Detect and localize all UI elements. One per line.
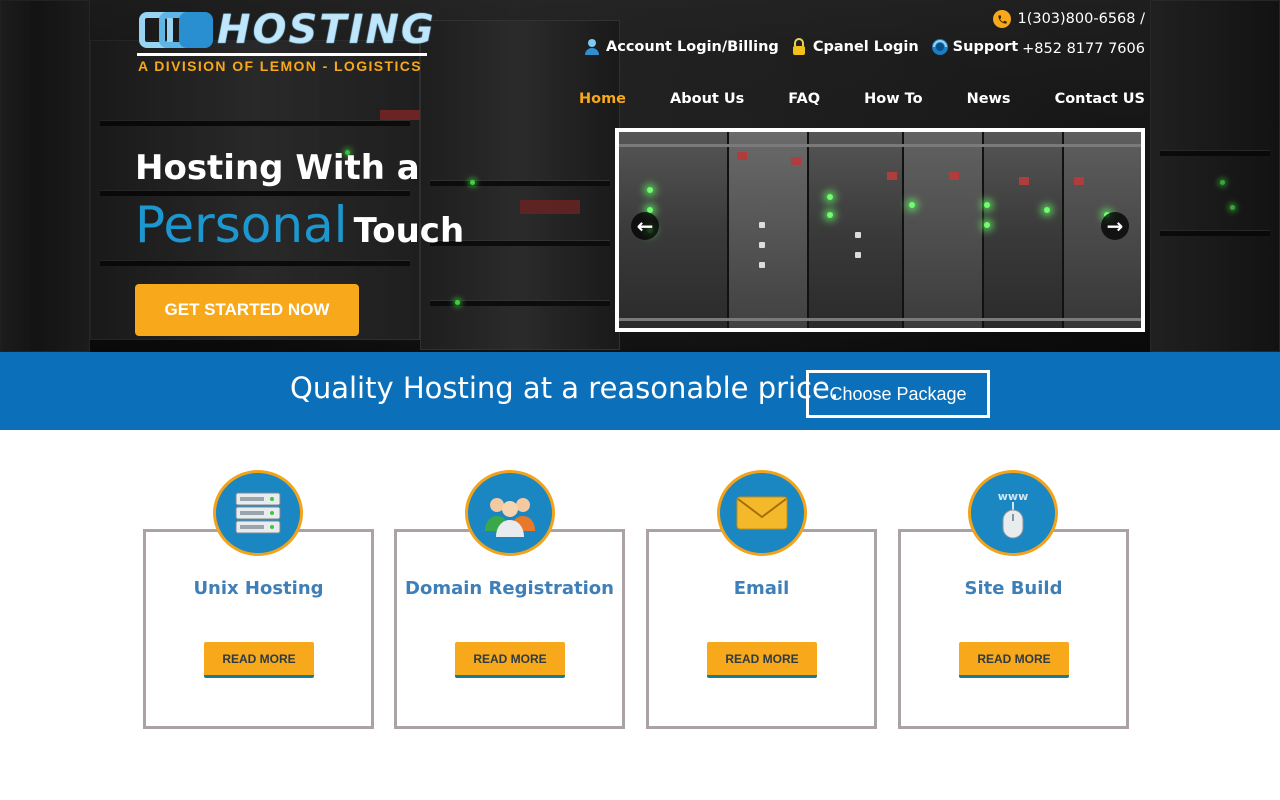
logo-wordmark: HOSTING xyxy=(217,7,436,53)
logo-tagline: A DIVISION OF LEMON - LOGISTICS xyxy=(138,58,422,74)
cpanel-login-label: Cpanel Login xyxy=(812,39,919,55)
service-card-unix-hosting: Unix Hosting READ MORE xyxy=(143,529,374,729)
phone-icon xyxy=(993,10,1012,28)
account-login-link[interactable]: Account Login/Billing xyxy=(584,38,779,56)
promo-banner: Quality Hosting at a reasonable price. C… xyxy=(0,352,1280,430)
slider-prev-arrow-icon[interactable]: ← xyxy=(631,212,659,240)
slider-next-arrow-icon[interactable]: → xyxy=(1101,212,1129,240)
logo-divider xyxy=(137,53,427,56)
read-more-site-build-button[interactable]: READ MORE xyxy=(959,642,1069,678)
nav-how-to[interactable]: How To xyxy=(864,91,922,107)
phone-hk-text: +852 8177 7606 xyxy=(1022,41,1145,57)
choose-package-button[interactable]: Choose Package xyxy=(806,370,990,418)
banner-text: Quality Hosting at a reasonable price. xyxy=(290,371,840,405)
lock-icon xyxy=(791,38,807,56)
hero-heading-personal: Personal xyxy=(135,196,348,254)
svg-text:www: www xyxy=(998,490,1029,503)
phone-us-text: 1(303)800-6568 / xyxy=(1017,11,1145,27)
logo-mark-icon xyxy=(139,12,217,50)
service-card-domain-registration: Domain Registration READ MORE xyxy=(394,529,625,729)
www-mouse-icon: www xyxy=(968,470,1058,556)
nav-home[interactable]: Home xyxy=(579,91,626,107)
hero-image-slider: ← → xyxy=(615,128,1145,332)
read-more-email-button[interactable]: READ MORE xyxy=(707,642,817,678)
brand-logo[interactable]: HOSTING A DIVISION OF LEMON - LOGISTICS xyxy=(137,7,434,76)
support-icon xyxy=(931,38,948,56)
cpanel-login-link[interactable]: Cpanel Login xyxy=(791,38,919,56)
top-links: Account Login/Billing Cpanel Login Suppo… xyxy=(584,38,1018,56)
account-login-label: Account Login/Billing xyxy=(606,39,779,55)
nav-faq[interactable]: FAQ xyxy=(788,91,820,107)
get-started-button[interactable]: GET STARTED NOW xyxy=(135,284,359,336)
service-card-email: Email READ MORE xyxy=(646,529,877,729)
users-icon xyxy=(465,470,555,556)
service-title-email: Email xyxy=(733,578,790,599)
support-label: Support xyxy=(952,39,1019,55)
user-icon xyxy=(584,38,600,56)
main-nav: Home About Us FAQ How To News Contact US xyxy=(535,91,1145,107)
hero-heading-line2: Personal Touch xyxy=(135,196,464,254)
service-title-unix-hosting: Unix Hosting xyxy=(193,578,324,599)
read-more-domain-registration-button[interactable]: READ MORE xyxy=(455,642,565,678)
service-title-site-build: Site Build xyxy=(964,578,1063,599)
nav-about-us[interactable]: About Us xyxy=(670,91,744,107)
phone-us: 1(303)800-6568 / xyxy=(993,10,1145,28)
service-card-site-build: Site Build READ MORE xyxy=(898,529,1129,729)
server-icon xyxy=(213,470,303,556)
hero-heading-touch: Touch xyxy=(353,211,465,251)
nav-news[interactable]: News xyxy=(967,91,1011,107)
hero-heading-line1: Hosting With a xyxy=(135,148,420,188)
read-more-unix-hosting-button[interactable]: READ MORE xyxy=(204,642,314,678)
service-title-domain-registration: Domain Registration xyxy=(405,578,614,599)
nav-contact-us[interactable]: Contact US xyxy=(1055,91,1145,107)
support-link[interactable]: Support xyxy=(931,38,1019,56)
hero-section: HOSTING A DIVISION OF LEMON - LOGISTICS … xyxy=(0,0,1280,352)
envelope-icon xyxy=(717,470,807,556)
